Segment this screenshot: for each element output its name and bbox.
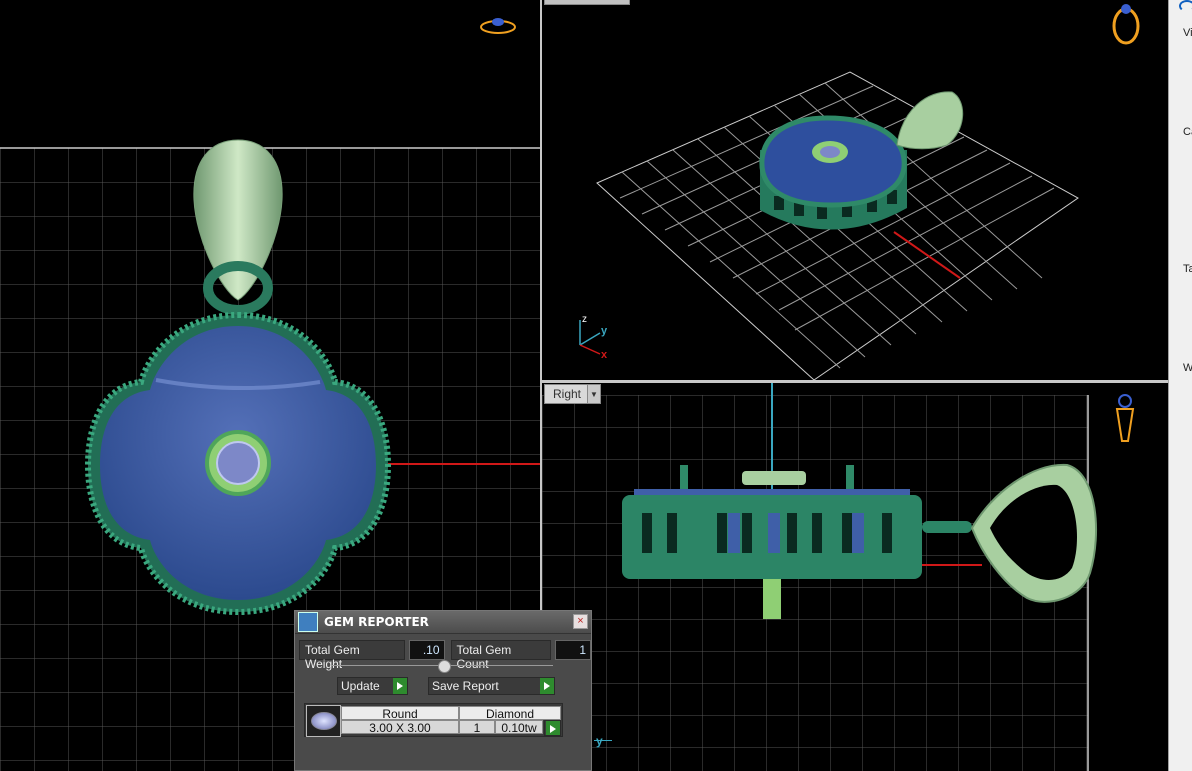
perspective-tab[interactable] <box>544 0 630 5</box>
total-gem-weight-value: .10 <box>408 640 445 660</box>
view-selector[interactable]: Right ▼ <box>544 384 602 404</box>
axis-gizmo <box>579 320 601 355</box>
gem-reporter-titlebar[interactable]: GEM REPORTER × <box>295 611 591 634</box>
play-icon <box>546 721 560 735</box>
right-viewport[interactable] <box>542 383 1168 771</box>
gem-list-row[interactable]: Round 3.00 X 3.00 Diamond 1 0.10tw <box>304 703 563 737</box>
round-gem-thumbnail <box>306 705 341 737</box>
axis-x-label: x <box>601 349 608 361</box>
app-icon <box>1179 0 1192 12</box>
update-label: Update <box>341 679 380 693</box>
panel-label-ca: Ca <box>1183 126 1192 138</box>
panel-label-vi: Vi <box>1183 27 1192 39</box>
gem-count: 1 <box>459 720 495 735</box>
perspective-canvas: z y x <box>579 4 1140 380</box>
axis-y-label: y <box>601 325 608 337</box>
play-icon <box>540 678 554 694</box>
gem-reporter-icon <box>298 612 318 632</box>
gem-type: Diamond <box>459 706 561 721</box>
gem-shape: Round <box>341 706 459 721</box>
axis-z-label: z <box>582 314 587 325</box>
right-view-canvas <box>542 383 1135 771</box>
gem-row-action-button[interactable] <box>544 720 561 736</box>
gem-size: 3.00 X 3.00 <box>341 720 459 735</box>
play-icon <box>393 678 407 694</box>
total-gem-count-label: Total Gem Count <box>450 640 551 671</box>
total-gem-weight-label: Total Gem Weight <box>299 640 405 671</box>
update-button[interactable]: Update <box>337 677 408 695</box>
total-gem-count-value: 1 <box>555 640 591 660</box>
properties-panel[interactable]: Vi Ca Ta W <box>1168 0 1192 771</box>
save-report-button[interactable]: Save Report <box>428 677 555 695</box>
gem-total-weight: 0.10tw <box>495 720 543 735</box>
figure-icon[interactable] <box>1115 394 1135 442</box>
gem-reporter-window[interactable]: GEM REPORTER × Total Gem Weight .10 Tota… <box>294 610 592 771</box>
pendant-3d <box>759 91 964 230</box>
gem-reporter-title: GEM REPORTER <box>324 615 429 629</box>
view-cube-icon[interactable] <box>480 18 516 34</box>
pendant-bail <box>193 139 283 315</box>
save-report-label: Save Report <box>432 679 499 693</box>
ring-icon[interactable] <box>1112 4 1140 45</box>
view-name: Right <box>553 387 582 401</box>
construction-grid <box>542 395 1088 771</box>
panel-label-ta: Ta <box>1183 263 1192 275</box>
chevron-down-icon[interactable]: ▼ <box>587 385 601 403</box>
axis-y-label: y <box>596 734 603 748</box>
collapse-knob[interactable] <box>438 660 451 673</box>
panel-label-w: W <box>1183 362 1192 374</box>
close-icon[interactable]: × <box>573 614 588 629</box>
perspective-viewport[interactable]: z y x <box>542 0 1168 380</box>
viewport-splitter-horizontal[interactable] <box>540 380 1170 383</box>
